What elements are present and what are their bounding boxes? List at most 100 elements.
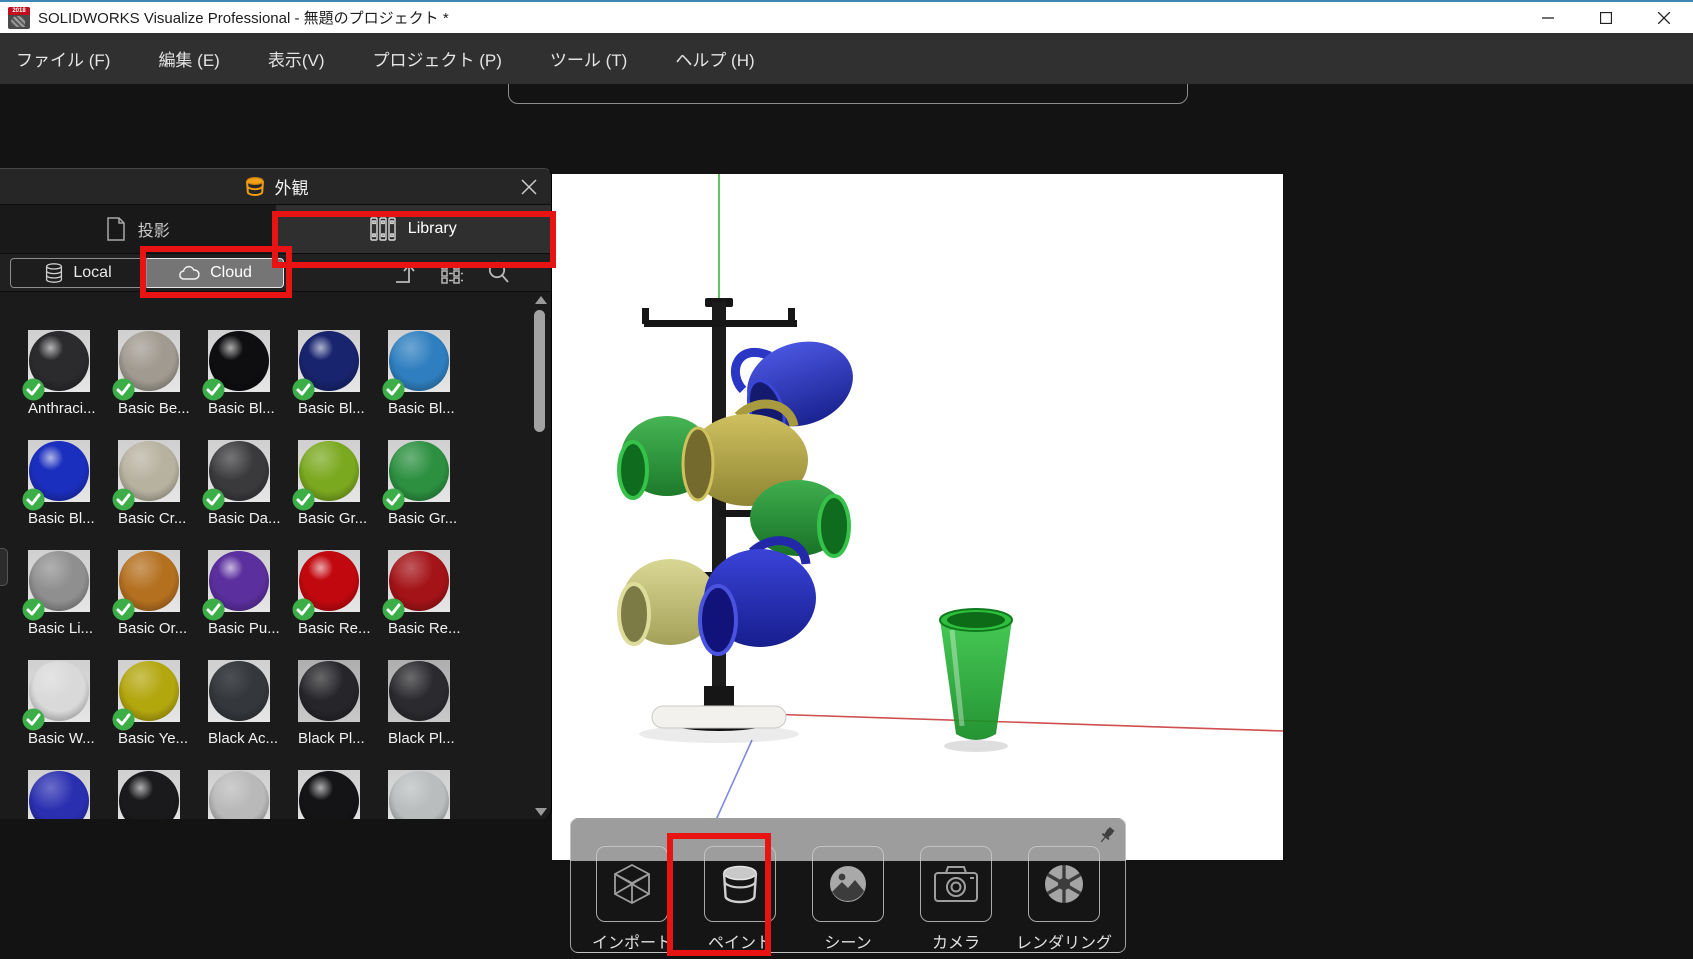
material-item[interactable]: Black Pl... [388, 660, 450, 770]
pin-icon[interactable] [1097, 825, 1117, 845]
material-label: Basic Li... [28, 620, 116, 637]
material-thumbnail [388, 770, 450, 819]
material-item[interactable]: Black Pl... [298, 660, 360, 770]
material-sphere [119, 771, 179, 819]
material-item[interactable]: Basic Gr... [388, 440, 450, 550]
panel-close-button[interactable] [515, 173, 543, 201]
menu-item-1[interactable]: 編集 (E) [134, 33, 243, 84]
material-item[interactable]: Basic Pu... [208, 550, 270, 660]
material-thumbnail [118, 770, 180, 819]
scrollbar[interactable] [532, 294, 548, 819]
material-item[interactable]: Black Ac... [208, 660, 270, 770]
material-item[interactable] [28, 770, 90, 819]
material-thumbnail [208, 770, 270, 819]
material-item[interactable]: Basic Re... [298, 550, 360, 660]
import-arrow-icon[interactable] [394, 261, 418, 285]
scene-image-icon[interactable] [812, 846, 884, 922]
material-item[interactable]: Basic W... [28, 660, 90, 770]
menu-item-2[interactable]: 表示(V) [244, 33, 349, 84]
material-item[interactable]: Basic Bl... [298, 330, 360, 440]
material-label: Basic Re... [298, 620, 386, 637]
dock-item-label: インポート [592, 929, 672, 953]
maximize-button[interactable] [1577, 2, 1635, 33]
material-sphere [29, 771, 89, 819]
material-item[interactable] [208, 770, 270, 819]
checkmark-badge-icon [112, 708, 135, 731]
checkmark-badge-icon [202, 598, 225, 621]
material-sphere [389, 661, 449, 721]
checkmark-badge-icon [22, 488, 45, 511]
camera-icon[interactable] [920, 846, 992, 922]
menu-item-0[interactable]: ファイル (F) [0, 33, 134, 84]
material-label: Black Pl... [298, 730, 386, 747]
panel-collapse-handle[interactable] [0, 548, 8, 586]
material-sphere [209, 771, 269, 819]
material-item[interactable]: Basic Da... [208, 440, 270, 550]
material-label: Basic Cr... [118, 510, 206, 527]
material-item[interactable] [388, 770, 450, 819]
checkmark-badge-icon [112, 598, 135, 621]
checkmark-badge-icon [292, 598, 315, 621]
minimize-button[interactable] [1519, 2, 1577, 33]
material-item[interactable]: Basic Or... [118, 550, 180, 660]
material-item[interactable]: Basic Gr... [298, 440, 360, 550]
checkmark-badge-icon [22, 378, 45, 401]
material-item[interactable]: Basic Li... [28, 550, 90, 660]
search-icon[interactable] [486, 260, 511, 285]
dock-item-0[interactable]: インポート [596, 846, 668, 953]
tab-library[interactable]: Library [276, 205, 552, 253]
material-label: Basic Gr... [298, 510, 386, 527]
material-sphere [299, 661, 359, 721]
material-label: Anthraci... [28, 400, 116, 417]
checkmark-badge-icon [22, 708, 45, 731]
material-item[interactable]: Basic Bl... [28, 440, 90, 550]
panel-title: 外観 [275, 174, 309, 199]
material-item[interactable] [118, 770, 180, 819]
green-cup [940, 609, 1012, 752]
render-aperture-icon[interactable] [1028, 846, 1100, 922]
material-item[interactable] [298, 770, 360, 819]
window-title: SOLIDWORKS Visualize Professional - 無題のプ… [38, 7, 449, 28]
scroll-down-arrow-icon[interactable] [535, 808, 547, 816]
panel-header: 外観 [0, 169, 551, 205]
local-button[interactable]: Local [10, 258, 147, 288]
cloud-icon [178, 265, 200, 281]
material-item[interactable]: Basic Cr... [118, 440, 180, 550]
material-label: Basic Bl... [208, 400, 296, 417]
dock-item-2[interactable]: シーン [812, 846, 884, 953]
menu-item-4[interactable]: ツール (T) [526, 33, 651, 84]
checkmark-badge-icon [292, 488, 315, 511]
material-item[interactable]: Basic Bl... [208, 330, 270, 440]
dock-item-3[interactable]: カメラ [920, 846, 992, 953]
material-sphere [389, 771, 449, 819]
cloud-button-label: Cloud [210, 264, 252, 282]
import-cube-icon[interactable] [596, 846, 668, 922]
material-item[interactable]: Basic Be... [118, 330, 180, 440]
menu-item-5[interactable]: ヘルプ (H) [651, 33, 778, 84]
app-logo-year: 2018 [8, 7, 30, 15]
view-options-icon[interactable] [440, 261, 464, 285]
checkmark-badge-icon [202, 378, 225, 401]
viewport-3d[interactable] [552, 174, 1283, 860]
material-item[interactable]: Anthraci... [28, 330, 90, 440]
scroll-up-arrow-icon[interactable] [535, 296, 547, 304]
tab-projection-label: 投影 [138, 217, 170, 241]
material-item[interactable]: Basic Ye... [118, 660, 180, 770]
material-item[interactable]: Basic Re... [388, 550, 450, 660]
close-icon [1658, 12, 1670, 24]
app-logo-swirl [11, 16, 25, 27]
close-button[interactable] [1635, 2, 1693, 33]
dock-item-4[interactable]: レンダリング [1028, 846, 1100, 953]
material-item[interactable]: Basic Bl... [388, 330, 450, 440]
paint-bucket-icon[interactable] [704, 846, 776, 922]
menu-item-3[interactable]: プロジェクト (P) [349, 33, 526, 84]
axis-red [766, 714, 1283, 731]
material-label: Basic Or... [118, 620, 206, 637]
checkmark-badge-icon [382, 378, 405, 401]
cloud-button[interactable]: Cloud [147, 258, 284, 288]
dock-item-label: カメラ [932, 929, 980, 953]
material-label: Basic Gr... [388, 510, 476, 527]
tab-projection[interactable]: 投影 [0, 205, 276, 253]
scrollbar-thumb[interactable] [534, 310, 545, 432]
dock-item-1[interactable]: ペイント [704, 846, 776, 953]
